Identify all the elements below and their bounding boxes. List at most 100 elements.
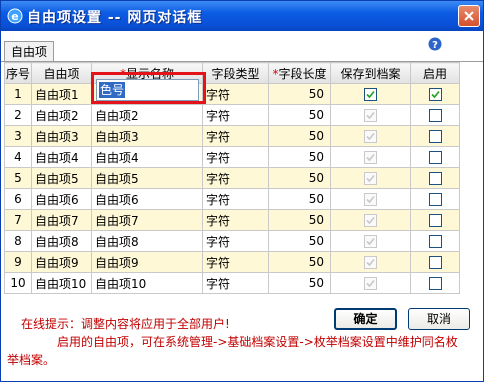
online-tip: 在线提示：调整内容将应用于全部用户! (21, 317, 230, 331)
cell-item: 自由项2 (31, 104, 92, 126)
table-row[interactable]: 1自由项1 色号 字符50 (4, 83, 460, 105)
cell-length[interactable]: 50 (268, 104, 331, 126)
cell-length[interactable]: 50 (268, 251, 331, 273)
cell-enable (410, 146, 460, 168)
col-header-item: 自由项 (31, 62, 92, 84)
cell-length[interactable]: 50 (268, 230, 331, 252)
table-row[interactable]: 10 自由项10 自由项10 字符 50 (4, 272, 460, 294)
cell-type[interactable]: 字符 (202, 230, 269, 252)
enable-checkbox[interactable] (428, 172, 442, 185)
check-icon (366, 258, 375, 267)
cell-save (330, 188, 411, 210)
cell-type[interactable]: 字符 (202, 125, 269, 147)
cell-length[interactable]: 50 (268, 272, 331, 294)
cell-display-name[interactable]: 自由项3 (91, 125, 203, 147)
cell-save (330, 104, 411, 126)
save-to-archive-checkbox (364, 109, 377, 122)
cell-save (330, 230, 411, 252)
display-name-value: 色号 (99, 82, 126, 98)
cell-length[interactable]: 50 (268, 146, 331, 168)
cell-type[interactable]: 字符 (202, 104, 269, 126)
cell-display-name[interactable]: 自由项7 (91, 209, 203, 231)
save-to-archive-checkbox[interactable] (364, 88, 377, 101)
check-icon (366, 216, 375, 225)
enable-checkbox[interactable] (428, 235, 442, 248)
save-to-archive-checkbox (364, 151, 377, 164)
table-row[interactable]: 7 自由项7 自由项7 字符 50 (4, 209, 460, 231)
cell-enable (410, 83, 460, 105)
close-icon (464, 11, 474, 21)
enable-checkbox[interactable] (428, 130, 442, 143)
col-header-enable: 启用 (410, 62, 460, 84)
cell-no: 9 (4, 251, 32, 273)
cell-type[interactable]: 字符 (202, 209, 269, 231)
cell-display-name[interactable]: 自由项8 (91, 230, 203, 252)
title-bar[interactable]: e 自由项设置 -- 网页对话框 (1, 1, 483, 31)
cell-display-name[interactable]: 自由项2 (91, 104, 203, 126)
cell-enable (410, 230, 460, 252)
ok-button[interactable]: 确定 (334, 308, 397, 330)
enable-checkbox[interactable] (428, 109, 442, 122)
cell-length[interactable]: 50 (268, 209, 331, 231)
cell-save (330, 167, 411, 189)
col-header-length: *字段长度 (268, 62, 331, 84)
cell-no: 10 (4, 272, 32, 294)
cell-display-name[interactable]: 自由项6 (91, 188, 203, 210)
enable-checkbox[interactable] (428, 256, 442, 269)
enable-checkbox[interactable] (428, 88, 442, 101)
cell-type[interactable]: 字符 (202, 146, 269, 168)
enable-checkbox[interactable] (428, 193, 442, 206)
cell-display-name[interactable]: 自由项5 (91, 167, 203, 189)
check-icon (366, 237, 375, 246)
col-header-type: 字段类型 (202, 62, 269, 84)
cell-item: 自由项4 (31, 146, 92, 168)
enable-checkbox[interactable] (428, 277, 442, 290)
cell-type[interactable]: 字符 (202, 167, 269, 189)
check-icon (366, 132, 375, 141)
cell-no: 8 (4, 230, 32, 252)
cell-save (330, 251, 411, 273)
cell-item: 自由项5 (31, 167, 92, 189)
cell-save (330, 272, 411, 294)
table-row[interactable]: 8 自由项8 自由项8 字符 50 (4, 230, 460, 252)
display-name-input[interactable]: 色号 (96, 79, 199, 101)
cell-type[interactable]: 字符 (202, 251, 269, 273)
table-row[interactable]: 5 自由项5 自由项5 字符 50 (4, 167, 460, 189)
check-icon (366, 195, 375, 204)
cell-save (330, 146, 411, 168)
ie-icon: e (7, 8, 23, 24)
save-to-archive-checkbox (364, 277, 377, 290)
check-icon (366, 111, 375, 120)
cell-no: 2 (4, 104, 32, 126)
table-row[interactable]: 9 自由项9 自由项9 字符 50 (4, 251, 460, 273)
table-row[interactable]: 3 自由项3 自由项3 字符 50 (4, 125, 460, 147)
cell-display-name[interactable]: 自由项4 (91, 146, 203, 168)
cell-length[interactable]: 50 (268, 167, 331, 189)
cell-type[interactable]: 字符 (202, 83, 269, 105)
cell-length[interactable]: 50 (268, 188, 331, 210)
tab-free-items[interactable]: 自由项 (4, 41, 54, 61)
cell-item: 自由项8 (31, 230, 92, 252)
table-row[interactable]: 4 自由项4 自由项4 字符 50 (4, 146, 460, 168)
close-button[interactable] (458, 5, 480, 27)
cell-type[interactable]: 字符 (202, 272, 269, 294)
cell-item: 自由项9 (31, 251, 92, 273)
cancel-button[interactable]: 取消 (408, 308, 470, 330)
cell-display-name[interactable]: 自由项9 (91, 251, 203, 273)
help-icon[interactable]: ? (428, 37, 442, 51)
cell-item: 自由项3 (31, 125, 92, 147)
enable-checkbox[interactable] (428, 214, 442, 227)
cell-item: 自由项10 (31, 272, 92, 294)
cell-save (330, 83, 411, 105)
table-row[interactable]: 6 自由项6 自由项6 字符 50 (4, 188, 460, 210)
dialog-window: e 自由项设置 -- 网页对话框 ? 自由项 序号 自由项 *显示名称 字段类型… (0, 0, 484, 382)
cell-display-name[interactable]: 自由项10 (91, 272, 203, 294)
table-row[interactable]: 2 自由项2 自由项2 字符 50 (4, 104, 460, 126)
cell-length[interactable]: 50 (268, 125, 331, 147)
cell-type[interactable]: 字符 (202, 188, 269, 210)
enable-checkbox[interactable] (428, 151, 442, 164)
cell-length[interactable]: 50 (268, 83, 331, 105)
check-icon (430, 90, 440, 99)
cell-enable (410, 251, 460, 273)
cell-item: 自由项6 (31, 188, 92, 210)
